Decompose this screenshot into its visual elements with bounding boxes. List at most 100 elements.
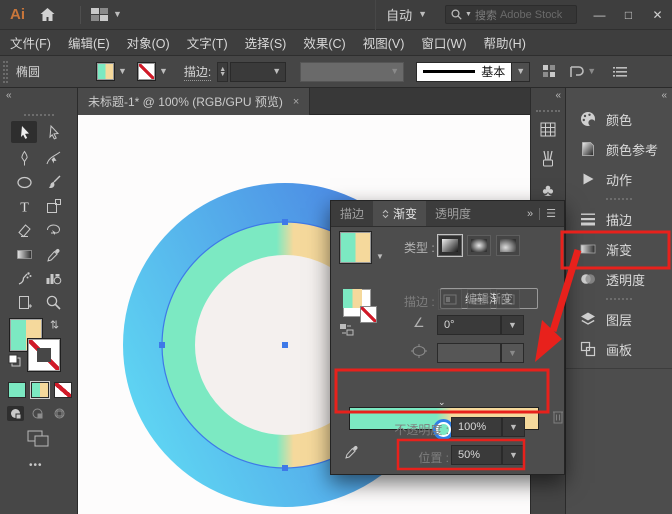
- tool-paintbrush[interactable]: [40, 171, 66, 193]
- apply-gradient-button[interactable]: [31, 382, 49, 398]
- recolor-artwork-button[interactable]: [542, 64, 557, 79]
- fill-color-swatch[interactable]: [96, 62, 115, 81]
- tool-ellipse[interactable]: [11, 171, 37, 193]
- chevron-down-icon[interactable]: ▼: [159, 67, 168, 76]
- tool-type[interactable]: T: [11, 195, 37, 217]
- dock-grip[interactable]: [536, 110, 560, 114]
- close-button[interactable]: ✕: [643, 0, 672, 30]
- tool-graph[interactable]: [40, 267, 66, 289]
- tool-curvature[interactable]: [40, 147, 66, 169]
- libraries-panel-button[interactable]: [539, 120, 557, 138]
- tool-eyedropper[interactable]: [40, 243, 66, 265]
- tab-stroke[interactable]: 描边: [331, 201, 373, 226]
- stroke-weight-dropdown[interactable]: ▼: [230, 62, 286, 82]
- stroke-color-swatch[interactable]: [137, 62, 156, 81]
- stroke-proxy-swatch[interactable]: [27, 338, 61, 372]
- angle-value-field[interactable]: 0°: [437, 315, 501, 335]
- panel-button-actions[interactable]: 动作: [566, 164, 672, 194]
- tools-grip[interactable]: [24, 114, 54, 118]
- chevron-down-icon[interactable]: ▼: [118, 67, 127, 76]
- gradient-stroke-swatch[interactable]: [343, 289, 371, 317]
- swap-fill-stroke-icon[interactable]: ⇄: [48, 320, 61, 329]
- home-button[interactable]: [39, 7, 56, 22]
- symbols-panel-button[interactable]: ♣: [539, 182, 557, 200]
- workspace-switcher[interactable]: ▼: [91, 8, 122, 22]
- maximize-button[interactable]: □: [614, 0, 643, 30]
- tool-eraser[interactable]: [11, 219, 37, 241]
- default-fill-stroke-icon[interactable]: [8, 354, 21, 367]
- expand-dock-button[interactable]: «: [555, 90, 560, 101]
- type-radial-button[interactable]: [467, 235, 491, 256]
- dock-group-grip[interactable]: [566, 194, 672, 204]
- tool-direct-selection[interactable]: [40, 121, 66, 143]
- control-panel-menu-button[interactable]: [612, 66, 627, 78]
- panel-button-color[interactable]: 颜色: [566, 104, 672, 134]
- menu-edit[interactable]: 编辑(E): [68, 33, 110, 52]
- gradient-midpoint-icon[interactable]: ⌄: [438, 398, 446, 406]
- tool-artboard[interactable]: [11, 291, 37, 313]
- angle-dropdown-button[interactable]: ▼: [501, 315, 524, 335]
- tool-selection[interactable]: [11, 121, 37, 143]
- gradient-menu-arrow-icon[interactable]: ▼: [376, 253, 384, 261]
- tab-gradient[interactable]: 渐变: [373, 201, 426, 226]
- opacity-eyedropper-icon[interactable]: [343, 443, 360, 460]
- menu-view[interactable]: 视图(V): [363, 33, 405, 52]
- panel-button-stroke[interactable]: 描边: [566, 204, 672, 234]
- tool-gradient[interactable]: [11, 243, 37, 265]
- menu-file[interactable]: 文件(F): [10, 33, 51, 52]
- sync-status-dropdown[interactable]: 自动 ▼: [375, 0, 437, 30]
- shape-options-button[interactable]: ▼: [569, 65, 596, 79]
- tool-symbol-sprayer[interactable]: [11, 267, 37, 289]
- tab-close-icon[interactable]: ×: [293, 96, 299, 108]
- panel-resize-grip[interactable]: [434, 468, 462, 472]
- tool-shaper[interactable]: [40, 219, 66, 241]
- anchor-left[interactable]: [159, 342, 165, 348]
- dock-group-grip[interactable]: [566, 294, 672, 304]
- anchor-center[interactable]: [282, 342, 288, 348]
- minimize-button[interactable]: —: [585, 0, 614, 30]
- opacity-dropdown-button[interactable]: ▼: [502, 417, 525, 437]
- stock-search-input[interactable]: ▼ 搜索 Adobe Stock: [445, 5, 577, 24]
- panel-menu-icon[interactable]: ☰: [546, 207, 556, 220]
- apply-color-button[interactable]: [8, 382, 26, 398]
- tab-transparency[interactable]: 透明度: [426, 201, 480, 226]
- apply-none-button[interactable]: [54, 382, 72, 398]
- tool-pen[interactable]: [11, 147, 37, 169]
- collapse-tools-button[interactable]: «: [6, 90, 11, 101]
- menu-type[interactable]: 文字(T): [187, 33, 228, 52]
- panel-grip[interactable]: [3, 61, 8, 83]
- reverse-gradient-icon[interactable]: [339, 323, 354, 336]
- anchor-top[interactable]: [282, 219, 288, 225]
- draw-normal-button[interactable]: [7, 406, 24, 421]
- panel-button-gradient[interactable]: 渐变: [566, 234, 672, 264]
- type-linear-button[interactable]: [438, 235, 462, 256]
- draw-behind-button[interactable]: [29, 406, 46, 421]
- panel-button-artboards[interactable]: 画板: [566, 334, 672, 364]
- stroke-weight-stepper[interactable]: ▲▼: [217, 62, 228, 82]
- menu-select[interactable]: 选择(S): [245, 33, 287, 52]
- menu-effect[interactable]: 效果(C): [303, 33, 345, 52]
- panel-button-color-guide[interactable]: 颜色参考: [566, 134, 672, 164]
- opacity-value-field[interactable]: 100%: [451, 417, 502, 437]
- type-freeform-button[interactable]: [496, 235, 520, 256]
- anchor-bottom[interactable]: [282, 465, 288, 471]
- brush-definition-dropdown[interactable]: 基本: [416, 62, 512, 82]
- panel-button-transparency[interactable]: 透明度: [566, 264, 672, 294]
- draw-inside-button[interactable]: [51, 406, 68, 421]
- menu-object[interactable]: 对象(O): [127, 33, 170, 52]
- brushes-panel-button[interactable]: [539, 150, 557, 168]
- panel-button-layers[interactable]: 图层: [566, 304, 672, 334]
- brush-dropdown-button[interactable]: ▼: [512, 62, 530, 82]
- position-dropdown-button[interactable]: ▼: [502, 445, 525, 465]
- position-value-field[interactable]: 50%: [451, 445, 502, 465]
- document-tab[interactable]: 未标题-1* @ 100% (RGB/GPU 预览) ×: [78, 88, 310, 115]
- tool-zoom[interactable]: [40, 291, 66, 313]
- gradient-fill-swatch[interactable]: [339, 231, 372, 264]
- screen-mode-button[interactable]: [27, 430, 49, 447]
- edit-toolbar-button[interactable]: •••: [29, 460, 43, 471]
- stroke-weight-label[interactable]: 描边:: [184, 63, 211, 81]
- panel-overflow-icon[interactable]: »: [527, 208, 533, 220]
- menu-help[interactable]: 帮助(H): [484, 33, 526, 52]
- menu-window[interactable]: 窗口(W): [421, 33, 466, 52]
- collapse-dock-button[interactable]: «: [661, 90, 666, 101]
